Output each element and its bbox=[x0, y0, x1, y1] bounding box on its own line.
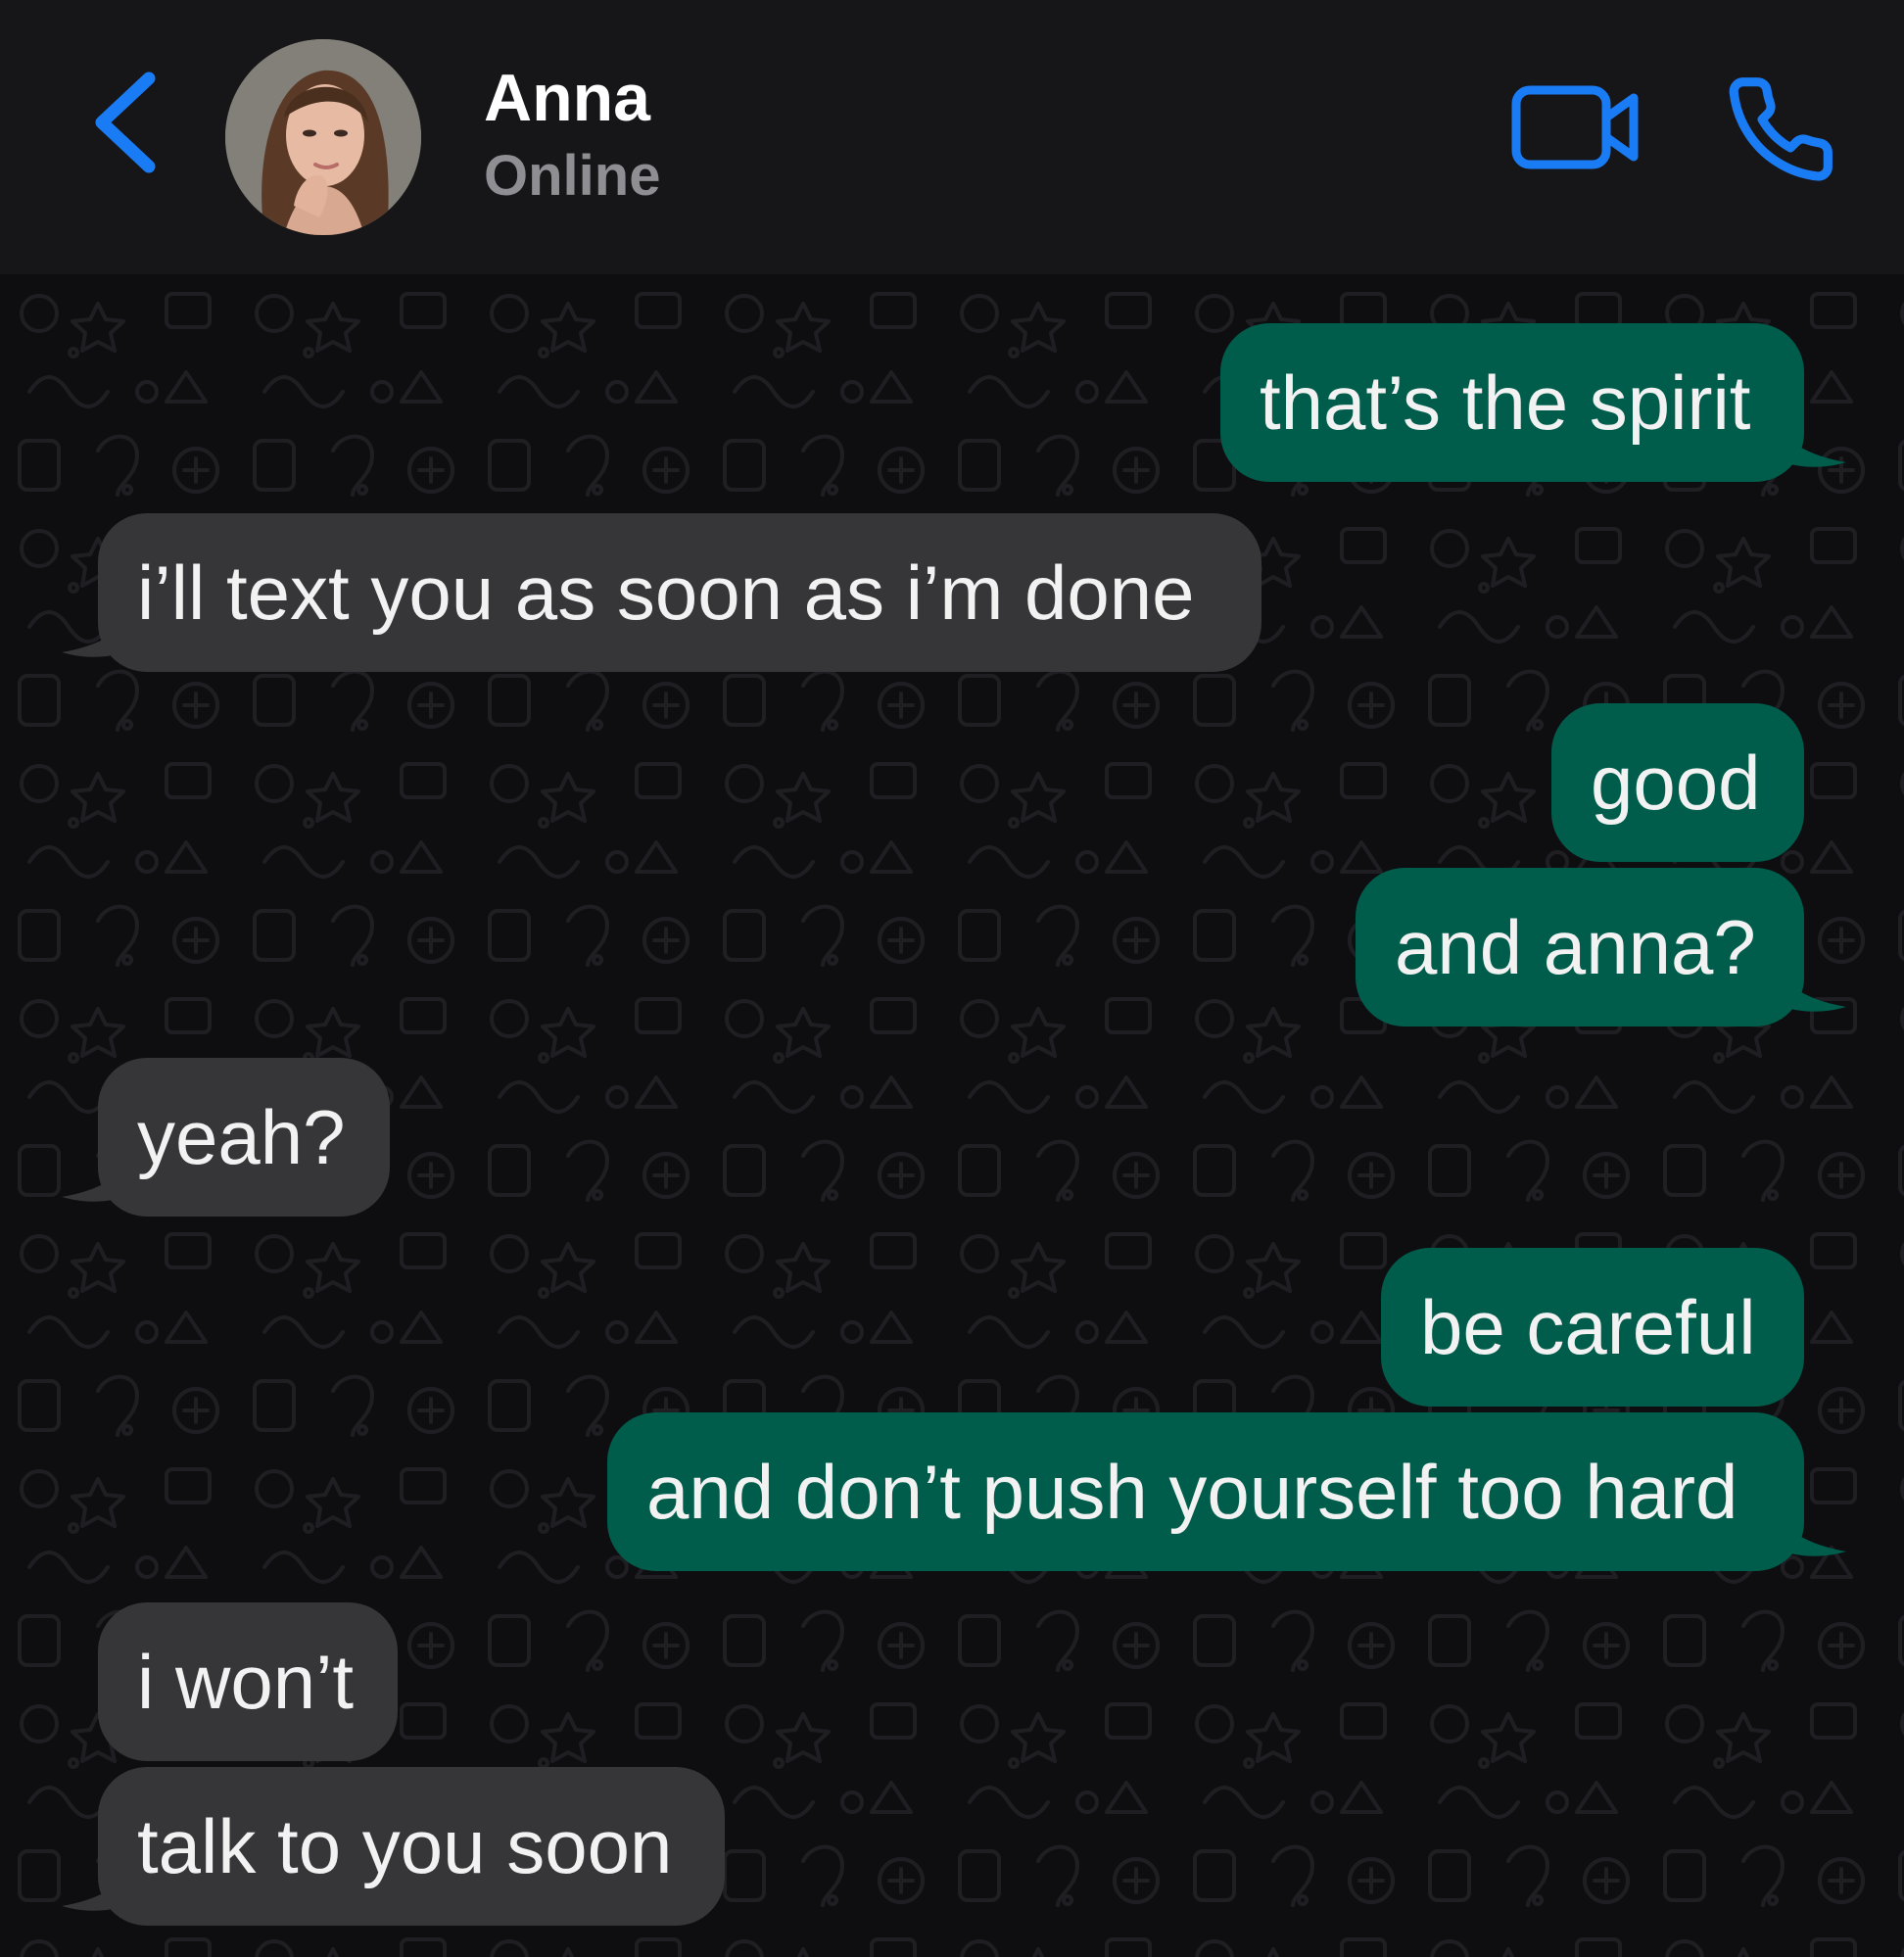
contact-name[interactable]: Anna bbox=[484, 59, 650, 137]
message-incoming[interactable]: talk to you soon bbox=[98, 1767, 725, 1926]
back-button[interactable] bbox=[88, 69, 167, 176]
chat-area[interactable]: that’s the spirit i’ll text you as soon … bbox=[0, 274, 1904, 1957]
message-incoming[interactable]: i won’t bbox=[98, 1602, 398, 1761]
voice-call-button[interactable] bbox=[1724, 72, 1837, 186]
video-call-button[interactable] bbox=[1508, 78, 1645, 176]
phone-icon bbox=[1729, 77, 1833, 181]
chat-header: Anna Online bbox=[0, 0, 1904, 274]
message-outgoing[interactable]: and don’t push yourself too hard bbox=[607, 1412, 1804, 1571]
message-outgoing[interactable]: and anna? bbox=[1356, 868, 1804, 1026]
avatar-photo bbox=[225, 39, 421, 235]
message-incoming[interactable]: yeah? bbox=[98, 1058, 390, 1217]
message-outgoing[interactable]: be careful bbox=[1381, 1248, 1804, 1407]
message-outgoing[interactable]: that’s the spirit bbox=[1220, 323, 1804, 482]
contact-status: Online bbox=[484, 144, 661, 208]
chevron-left-icon bbox=[95, 72, 156, 173]
contact-avatar[interactable] bbox=[225, 39, 421, 235]
message-incoming[interactable]: i’ll text you as soon as i’m done bbox=[98, 513, 1261, 672]
video-camera-icon bbox=[1511, 85, 1639, 169]
message-outgoing[interactable]: good bbox=[1551, 703, 1804, 862]
